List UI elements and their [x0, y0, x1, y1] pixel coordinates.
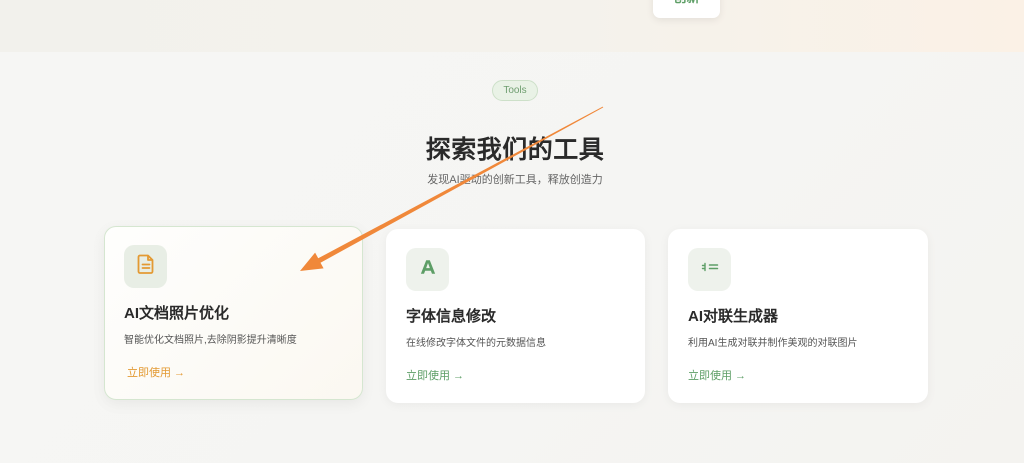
section-badge: Tools [492, 80, 538, 101]
document-icon [137, 254, 155, 279]
tool-card-use-link[interactable]: 立即使用 → [688, 368, 746, 384]
tool-icon-box [688, 248, 731, 291]
tool-card-doc-photo[interactable]: AI文档照片优化 智能优化文档照片,去除阴影提升清晰度 立即使用 → [104, 226, 363, 400]
tool-card-title: AI对联生成器 [688, 308, 779, 325]
tool-card-title: 字体信息修改 [406, 308, 497, 325]
font-icon [419, 258, 437, 281]
tool-icon-box [124, 245, 167, 288]
tool-card-description: 在线修改字体文件的元数据信息 [406, 338, 546, 349]
tool-card-couplet[interactable]: AI对联生成器 利用AI生成对联并制作美观的对联图片 立即使用 → [668, 229, 928, 403]
tool-card-font-info[interactable]: 字体信息修改 在线修改字体文件的元数据信息 立即使用 → [386, 229, 645, 403]
couplet-icon [701, 260, 719, 279]
top-floating-card[interactable]: 创新 [653, 0, 720, 18]
tool-card-title: AI文档照片优化 [124, 305, 230, 322]
tool-card-description: 利用AI生成对联并制作美观的对联图片 [688, 338, 858, 349]
section-title: 探索我们的工具 [425, 136, 605, 164]
tool-card-use-link[interactable]: 立即使用 → [406, 368, 464, 384]
tool-card-description: 智能优化文档照片,去除阴影提升清晰度 [124, 335, 297, 346]
tool-icon-box [406, 248, 449, 291]
top-card-label: 创新 [653, 0, 720, 6]
top-band: 创新 [0, 0, 1024, 52]
section-subtitle: 发现AI驱动的创新工具，释放创造力 [427, 174, 603, 186]
tool-card-use-link[interactable]: 立即使用 → [127, 365, 185, 381]
